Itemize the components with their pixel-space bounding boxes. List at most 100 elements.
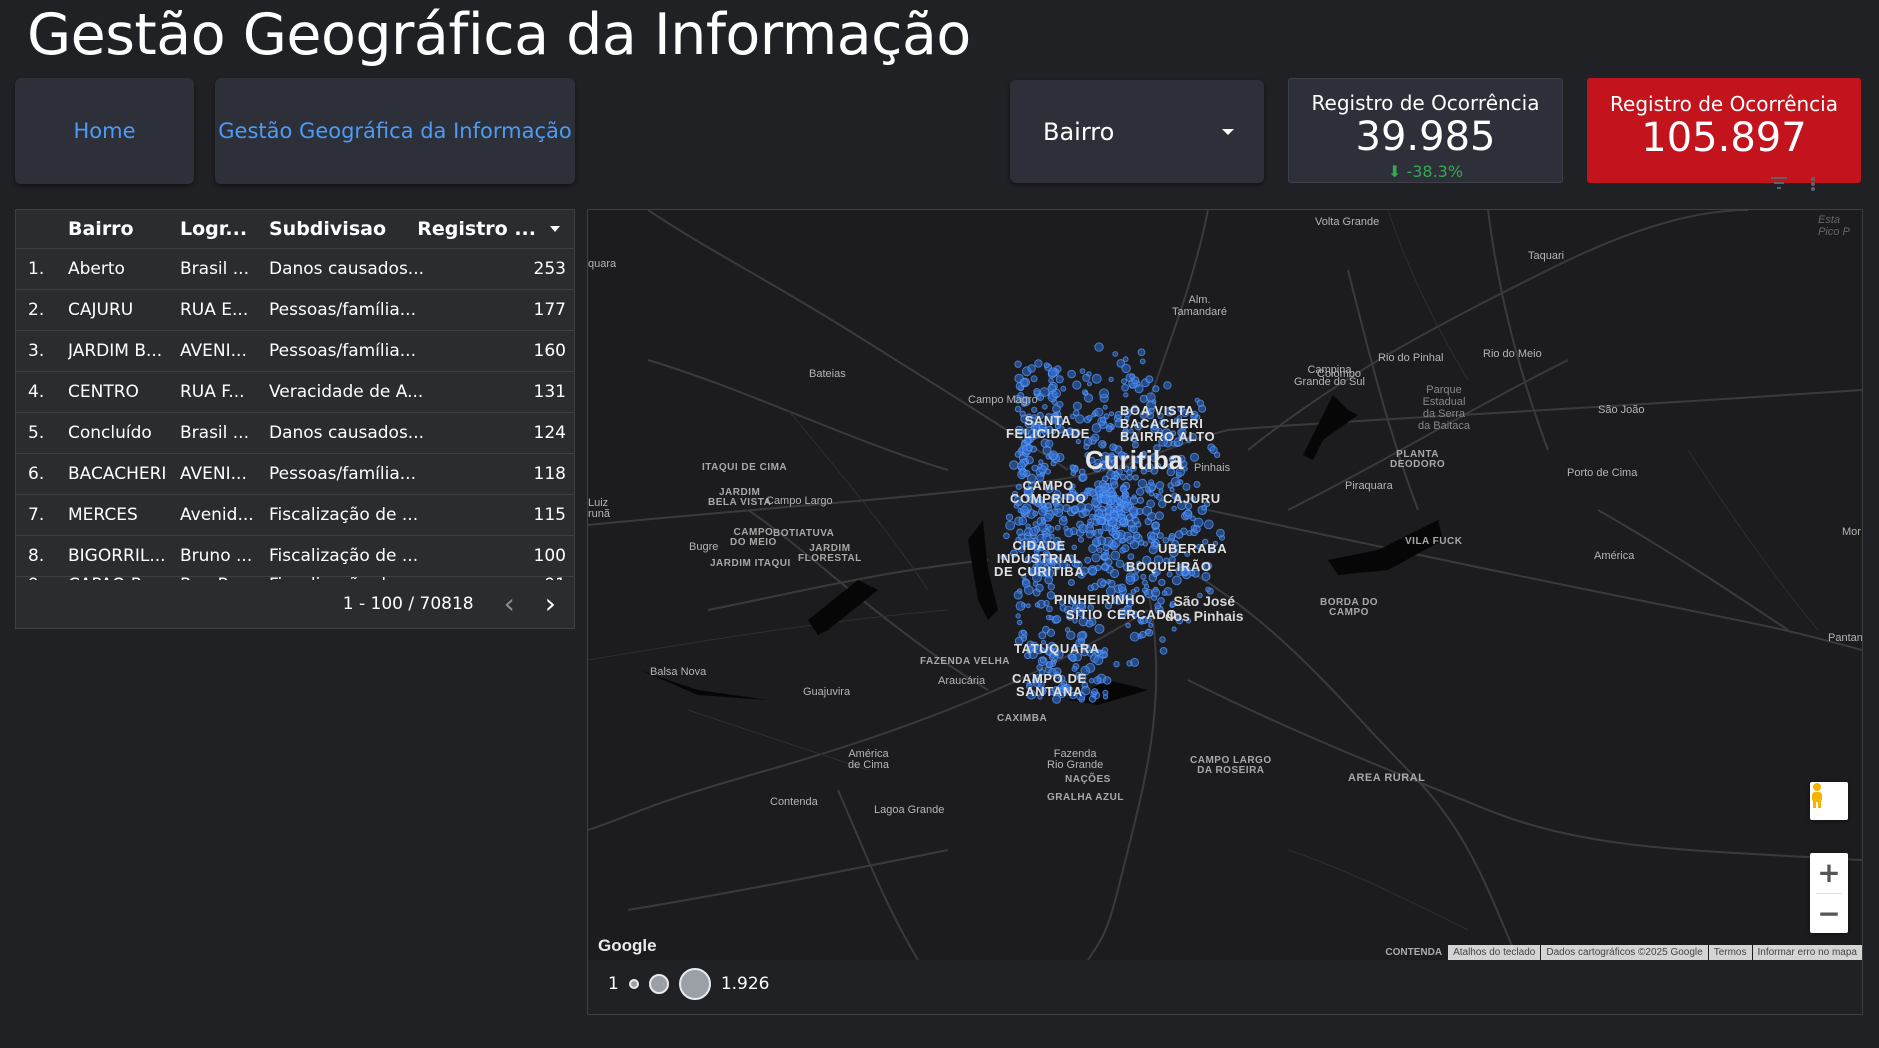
- map-bubble[interactable]: [1102, 404, 1108, 410]
- zoom-out-button[interactable]: −: [1810, 894, 1848, 934]
- table-row[interactable]: 6. BACACHERI AVENI... Pessoas/família... 118: [16, 454, 574, 495]
- map-bubble[interactable]: [1047, 383, 1057, 393]
- map-bubble[interactable]: [1038, 507, 1047, 516]
- table-row[interactable]: 5. Concluído Brasil ... Danos causados... 12…: [16, 413, 574, 454]
- map-bubble[interactable]: [1129, 539, 1140, 550]
- map-bubble[interactable]: [1048, 615, 1054, 621]
- map-bubble[interactable]: [1087, 518, 1093, 524]
- map-bubble[interactable]: [1126, 660, 1133, 667]
- map-bubble[interactable]: [1111, 538, 1121, 548]
- map-bubble[interactable]: [1103, 676, 1112, 685]
- map-bubble[interactable]: [1125, 575, 1136, 586]
- map-bubble[interactable]: [1131, 376, 1140, 385]
- map-bubble[interactable]: [1039, 657, 1047, 664]
- map-bubble[interactable]: [1031, 464, 1039, 472]
- report-error-link[interactable]: Informar erro no mapa: [1752, 945, 1862, 960]
- map-bubble[interactable]: [1123, 392, 1129, 398]
- map-bubble[interactable]: [1157, 532, 1164, 540]
- map-bubble[interactable]: [1171, 575, 1182, 586]
- map-bubble[interactable]: [1112, 527, 1118, 533]
- map-bubble[interactable]: [1137, 348, 1146, 357]
- map-bubble[interactable]: [1120, 537, 1127, 544]
- map-bubble[interactable]: [1046, 661, 1054, 669]
- map-bubble[interactable]: [1035, 583, 1044, 593]
- map-bubble[interactable]: [1153, 493, 1159, 499]
- map-bubble[interactable]: [1112, 532, 1120, 540]
- map-bubble[interactable]: [1115, 505, 1123, 512]
- map-bubble[interactable]: [1171, 505, 1177, 512]
- map-bubble[interactable]: [1126, 513, 1134, 521]
- map-bubble[interactable]: [1019, 505, 1029, 515]
- home-nav-button[interactable]: Home: [15, 78, 194, 184]
- map-bubble[interactable]: [1104, 513, 1112, 522]
- map-bubble[interactable]: [1119, 518, 1127, 526]
- map-bubble[interactable]: [1170, 477, 1181, 487]
- table-row[interactable]: 8. BIGORRIL... Bruno ... Fiscalização de ..…: [16, 536, 574, 577]
- map-bubble[interactable]: [1132, 516, 1140, 525]
- map-bubble[interactable]: [1141, 579, 1148, 586]
- map-bubble[interactable]: [1088, 566, 1098, 576]
- map-bubble[interactable]: [1054, 524, 1061, 531]
- map-bubble[interactable]: [1032, 510, 1039, 517]
- map-bubble[interactable]: [1005, 513, 1014, 521]
- map-bubble[interactable]: [1163, 381, 1172, 390]
- map-bubble[interactable]: [1047, 583, 1055, 591]
- map-bubble[interactable]: [1159, 636, 1166, 643]
- map-bubble[interactable]: [1182, 482, 1191, 491]
- map-bubble[interactable]: [1121, 492, 1128, 499]
- map-bubble[interactable]: [1193, 481, 1201, 488]
- map-bubble[interactable]: [1051, 508, 1059, 516]
- map-bubble[interactable]: [1042, 625, 1050, 634]
- zoom-in-button[interactable]: +: [1810, 853, 1848, 893]
- map-bubble[interactable]: [1042, 404, 1048, 410]
- map-bubble[interactable]: [1009, 460, 1019, 470]
- map-bubble[interactable]: [1148, 622, 1154, 628]
- map-bubble[interactable]: [1119, 485, 1128, 493]
- map-bubble[interactable]: [1055, 375, 1064, 384]
- map-bubble[interactable]: [1115, 559, 1125, 568]
- map-bubble[interactable]: [1014, 405, 1022, 413]
- map-bubble[interactable]: [1136, 496, 1145, 504]
- map-bubble[interactable]: [1112, 351, 1119, 357]
- map-bubble[interactable]: [1123, 501, 1132, 511]
- geo-nav-button[interactable]: Gestão Geográfica da Informação: [215, 78, 575, 184]
- map-bubble[interactable]: [1034, 602, 1040, 608]
- map-bubble[interactable]: [1132, 531, 1141, 540]
- map-bubble[interactable]: [1186, 530, 1193, 537]
- filter-icon[interactable]: [1770, 176, 1788, 190]
- map-bubble[interactable]: [1147, 512, 1157, 522]
- map-bubble[interactable]: [1005, 520, 1016, 531]
- map-bubble[interactable]: [1038, 522, 1048, 533]
- map-bubble[interactable]: [1023, 469, 1031, 477]
- map-bubble[interactable]: [1110, 481, 1119, 489]
- map-bubble[interactable]: [1121, 383, 1129, 392]
- map-bubble[interactable]: [1072, 380, 1082, 390]
- map-canvas[interactable]: Volta Grande Taquari Esta Pico P quara A…: [588, 210, 1862, 960]
- map-bubble[interactable]: [1021, 579, 1031, 588]
- map-bubble[interactable]: [1085, 530, 1094, 539]
- map-bubble[interactable]: [1025, 444, 1033, 452]
- prev-page-icon[interactable]: ‹: [504, 590, 515, 618]
- map-bubble[interactable]: [1105, 425, 1113, 433]
- map-bubble[interactable]: [1137, 478, 1148, 489]
- map-bubble[interactable]: [1108, 376, 1114, 382]
- map-bubble[interactable]: [1060, 515, 1067, 522]
- map-bubble[interactable]: [1097, 516, 1106, 526]
- map-bubble[interactable]: [1102, 544, 1110, 552]
- map-bubble[interactable]: [1091, 373, 1102, 384]
- map-bubble[interactable]: [1158, 578, 1166, 587]
- map-bubble[interactable]: [1052, 615, 1062, 624]
- map-bubble[interactable]: [1157, 597, 1165, 605]
- map-bubble[interactable]: [1110, 568, 1120, 579]
- map-bubble[interactable]: [1070, 470, 1077, 477]
- map-bubble[interactable]: [1139, 358, 1146, 365]
- column-header-registro[interactable]: Registro ...: [417, 218, 574, 240]
- map-bubble[interactable]: [1145, 392, 1156, 403]
- map-bubble[interactable]: [1082, 508, 1090, 517]
- bairro-filter-dropdown[interactable]: Bairro: [1010, 80, 1264, 183]
- map-bubble[interactable]: [1189, 452, 1200, 462]
- map-bubble[interactable]: [1025, 603, 1031, 609]
- map-bubble[interactable]: [1121, 378, 1127, 385]
- map-bubble[interactable]: [1171, 626, 1177, 632]
- map-bubble[interactable]: [1174, 530, 1184, 539]
